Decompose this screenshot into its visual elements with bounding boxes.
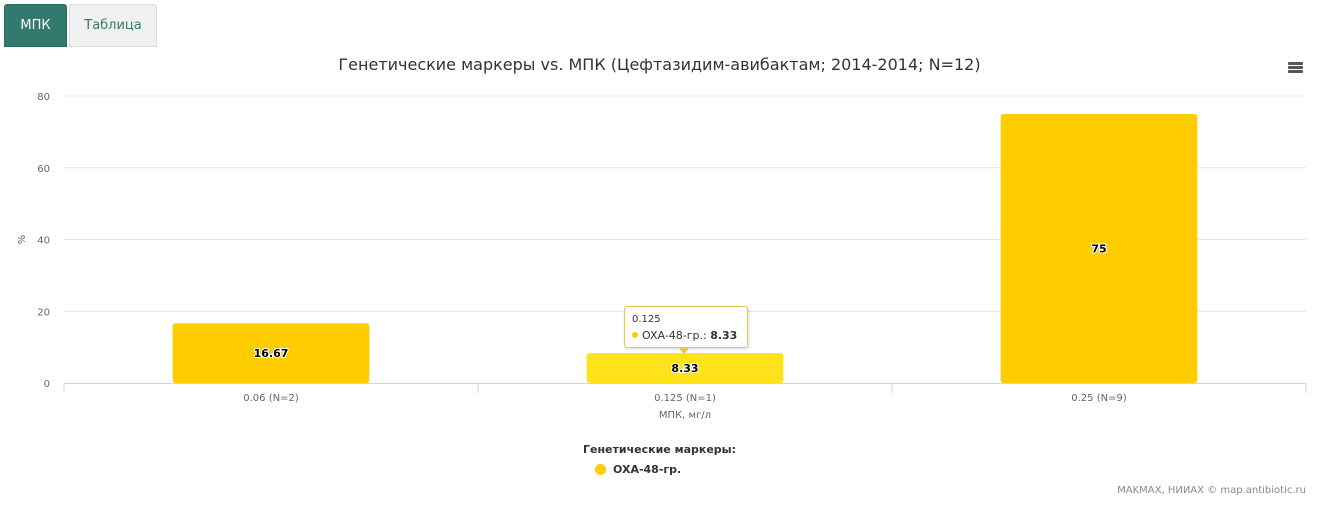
y-tick-label: 40 xyxy=(37,236,50,247)
y-axis-label: % xyxy=(17,235,28,245)
y-tick-label: 0 xyxy=(44,379,50,390)
bar-chart: 16.67 8.33 75 0 20 40 60 80% 0.06 (N=2) 0.125 (N… xyxy=(17,92,1307,421)
data-label: 8.33 xyxy=(671,362,698,375)
tooltip-series-name: OXA-48-гр.: xyxy=(642,329,707,342)
credits[interactable]: MAKMAX, НИИАХ © map.antibiotic.ru xyxy=(1117,485,1306,496)
tooltip: 0.125 OXA-48-гр.: 8.33 xyxy=(624,306,748,348)
tooltip-series-dot xyxy=(632,332,638,338)
tooltip-header: 0.125 xyxy=(632,314,661,325)
legend-item[interactable]: OXA-48-гр. xyxy=(595,463,681,476)
x-tick-label: 0.25 (N=9) xyxy=(1071,393,1127,404)
legend-dot xyxy=(595,464,606,475)
legend-label: OXA-48-гр. xyxy=(613,463,682,476)
y-tick-label: 20 xyxy=(37,307,50,318)
y-tick-label: 60 xyxy=(37,164,50,175)
data-label: 16.67 xyxy=(254,347,289,360)
legend-title: Генетические маркеры: xyxy=(582,443,737,456)
x-axis-label: МПК, мг/л xyxy=(659,410,711,421)
tooltip-arrow xyxy=(678,347,690,354)
x-tick-label: 0.06 (N=2) xyxy=(243,393,299,404)
tooltip-row: OXA-48-гр.: 8.33 xyxy=(632,329,741,342)
y-tick-label: 80 xyxy=(37,92,50,103)
tooltip-value: 8.33 xyxy=(710,329,738,342)
x-tick-label: 0.125 (N=1) xyxy=(654,393,716,404)
data-label: 75 xyxy=(1091,242,1106,255)
